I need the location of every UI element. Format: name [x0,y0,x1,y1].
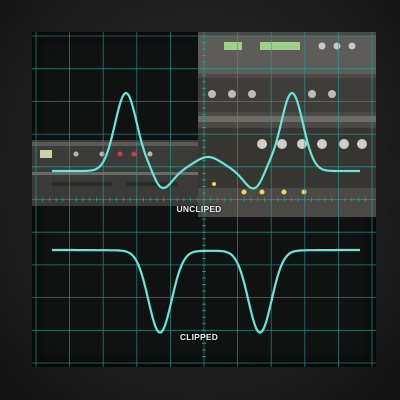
scope-display [32,32,376,367]
oscilloscope-screen: UNCLIPED CLIPPED [32,32,376,367]
rack-equipment-image-right [198,32,376,217]
clipped-label: CLIPPED [179,332,219,342]
unclipped-label: UNCLIPED [176,204,222,214]
rack-equipment-image-left [32,140,200,206]
oscilloscope-bezel: UNCLIPED CLIPPED [0,0,400,400]
